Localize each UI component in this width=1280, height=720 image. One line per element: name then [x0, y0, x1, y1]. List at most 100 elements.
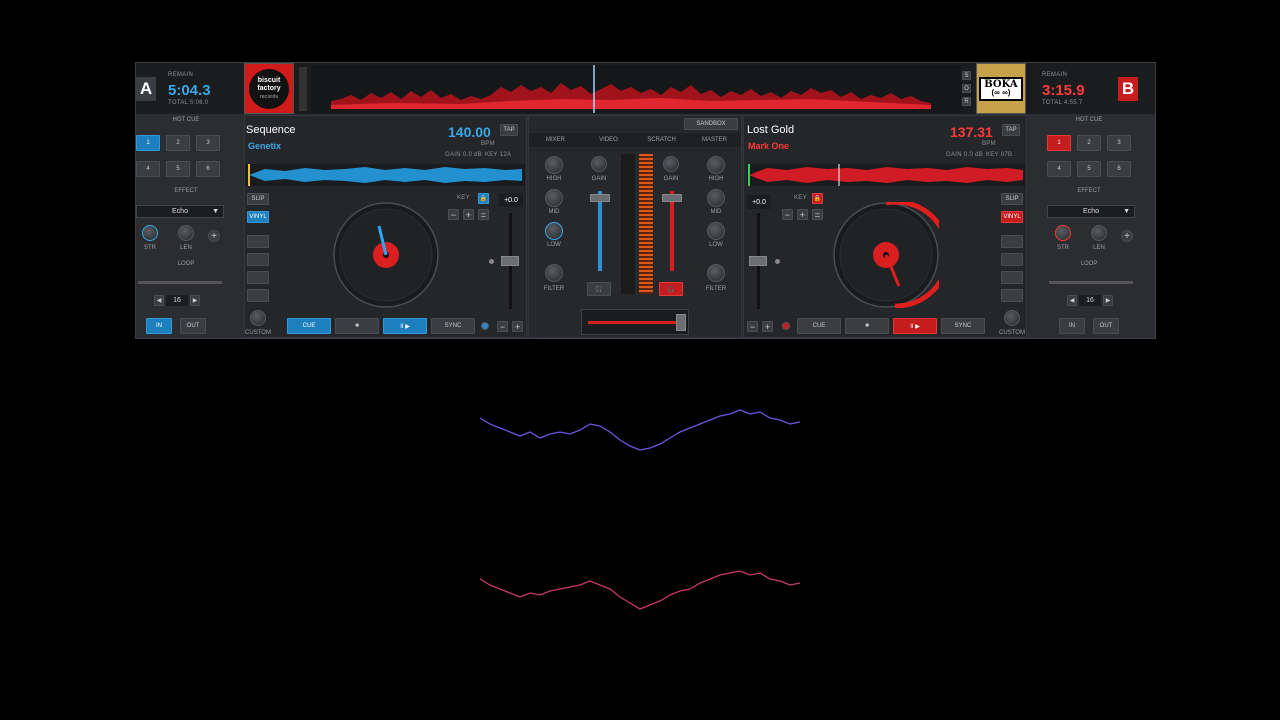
loop-slider[interactable] [1049, 281, 1133, 284]
effect-add-button[interactable]: + [1121, 230, 1133, 242]
hot-cue-pad-4[interactable]: 4 [136, 161, 160, 177]
lock-icon[interactable]: 🔒 [812, 193, 823, 204]
deck-a-scrolling-waveform[interactable] [245, 164, 525, 186]
hot-cue-pad-6[interactable]: 6 [196, 161, 220, 177]
hot-cue-pad-5[interactable]: 5 [1077, 161, 1101, 177]
key-reset-button[interactable]: = [478, 209, 489, 220]
s-button[interactable]: S [962, 71, 971, 80]
loop-slider[interactable] [138, 281, 222, 284]
hot-cue-pad-6[interactable]: 6 [1107, 161, 1131, 177]
deck-a-cue-button[interactable]: CUE [287, 318, 331, 334]
deck-a-mid-knob[interactable] [545, 189, 563, 207]
hot-cue-pad-3[interactable]: 3 [196, 135, 220, 151]
deck-b-high-knob[interactable] [707, 156, 725, 174]
deck-a-tap-button[interactable]: TAP [500, 124, 518, 136]
crossfader-handle[interactable] [676, 314, 686, 331]
dual-waveform-overview[interactable] [311, 65, 961, 113]
effect-len-knob[interactable] [1091, 225, 1107, 241]
deck-a-sync-button[interactable]: SYNC [431, 318, 475, 334]
loop-prev-button[interactable]: ◀ [154, 295, 164, 306]
effect-str-knob[interactable] [1055, 225, 1071, 241]
deck-b-indicator[interactable]: B [1118, 77, 1138, 101]
deck-b-pad-button[interactable] [1001, 289, 1023, 302]
deck-b-slip-button[interactable]: SLIP [1001, 193, 1023, 205]
loop-next-button[interactable]: ▶ [190, 295, 200, 306]
deck-b-play-pause-button[interactable]: II ▶ [893, 318, 937, 334]
hot-cue-pad-5[interactable]: 5 [166, 161, 190, 177]
deck-a-pad-button[interactable] [247, 253, 269, 266]
crossfader[interactable] [581, 309, 689, 335]
deck-a-high-knob[interactable] [545, 156, 563, 174]
loop-in-button[interactable]: IN [146, 318, 172, 334]
deck-a-volume-handle[interactable] [590, 194, 610, 202]
deck-b-custom-knob[interactable] [1004, 310, 1020, 326]
deck-a-jog-wheel[interactable] [333, 202, 439, 308]
deck-b-low-knob[interactable] [707, 222, 725, 240]
hot-cue-pad-1[interactable]: 1 [136, 135, 160, 151]
key-plus-button[interactable]: + [797, 209, 808, 220]
r-button[interactable]: R [962, 97, 971, 106]
effect-select[interactable]: Echo ▼ [136, 205, 224, 218]
pitch-plus-button[interactable]: + [512, 321, 523, 332]
hot-cue-pad-3[interactable]: 3 [1107, 135, 1131, 151]
pitch-minus-button[interactable]: − [747, 321, 758, 332]
effect-str-knob[interactable] [142, 225, 158, 241]
lock-icon[interactable]: 🔒 [478, 193, 489, 204]
deck-a-pad-button[interactable] [247, 271, 269, 284]
deck-b-pad-button[interactable] [1001, 253, 1023, 266]
effect-select[interactable]: Echo ▼ [1047, 205, 1135, 218]
loop-next-button[interactable]: ▶ [1103, 295, 1113, 306]
sandbox-button[interactable]: SANDBOX [684, 118, 738, 130]
deck-a-indicator[interactable]: A [136, 77, 156, 101]
deck-b-volume-handle[interactable] [662, 194, 682, 202]
deck-b-sync-button[interactable]: SYNC [941, 318, 985, 334]
deck-b-tap-button[interactable]: TAP [1002, 124, 1020, 136]
deck-b-jog-wheel[interactable] [833, 202, 939, 308]
deck-b-scrolling-waveform[interactable] [747, 164, 1025, 186]
deck-a-low-knob[interactable] [545, 222, 563, 240]
deck-b-volume-fader[interactable] [670, 191, 674, 271]
deck-a-pitch-handle[interactable] [501, 256, 519, 266]
deck-a-play-pause-button[interactable]: II ▶ [383, 318, 427, 334]
tab-video[interactable]: VIDEO [582, 133, 635, 147]
loop-out-button[interactable]: OUT [180, 318, 206, 334]
loop-out-button[interactable]: OUT [1093, 318, 1119, 334]
deck-b-stop-button[interactable]: ■ [845, 318, 889, 334]
deck-a-gain-knob[interactable] [591, 156, 607, 172]
key-plus-button[interactable]: + [463, 209, 474, 220]
deck-a-pad-button[interactable] [247, 235, 269, 248]
deck-a-custom-knob[interactable] [250, 310, 266, 326]
key-minus-button[interactable]: − [448, 209, 459, 220]
loop-in-button[interactable]: IN [1059, 318, 1085, 334]
deck-b-headphone-button[interactable]: 🎧 [659, 282, 683, 296]
deck-b-filter-knob[interactable] [707, 264, 725, 282]
deck-b-pad-button[interactable] [1001, 271, 1023, 284]
hot-cue-pad-4[interactable]: 4 [1047, 161, 1071, 177]
deck-b-pitch-handle[interactable] [749, 256, 767, 266]
hot-cue-pad-2[interactable]: 2 [166, 135, 190, 151]
pitch-minus-button[interactable]: − [497, 321, 508, 332]
deck-a-headphone-button[interactable]: 🎧 [587, 282, 611, 296]
deck-a-pad-button[interactable] [247, 289, 269, 302]
loop-prev-button[interactable]: ◀ [1067, 295, 1077, 306]
deck-b-pad-button[interactable] [1001, 235, 1023, 248]
tab-scratch[interactable]: SCRATCH [635, 133, 688, 147]
effect-add-button[interactable]: + [208, 230, 220, 242]
deck-a-volume-fader[interactable] [598, 191, 602, 271]
effect-len-knob[interactable] [178, 225, 194, 241]
tab-mixer[interactable]: MIXER [529, 133, 582, 147]
deck-a-vinyl-button[interactable]: VINYL [247, 211, 269, 223]
o-button[interactable]: O [962, 84, 971, 93]
pitch-plus-button[interactable]: + [762, 321, 773, 332]
tab-master[interactable]: MASTER [688, 133, 741, 147]
hot-cue-pad-1[interactable]: 1 [1047, 135, 1071, 151]
deck-b-cue-button[interactable]: CUE [797, 318, 841, 334]
deck-b-gain-knob[interactable] [663, 156, 679, 172]
deck-b-vinyl-button[interactable]: VINYL [1001, 211, 1023, 223]
key-reset-button[interactable]: = [812, 209, 823, 220]
hot-cue-pad-2[interactable]: 2 [1077, 135, 1101, 151]
deck-a-slip-button[interactable]: SLIP [247, 193, 269, 205]
deck-a-filter-knob[interactable] [545, 264, 563, 282]
deck-b-mid-knob[interactable] [707, 189, 725, 207]
deck-a-stop-button[interactable]: ■ [335, 318, 379, 334]
